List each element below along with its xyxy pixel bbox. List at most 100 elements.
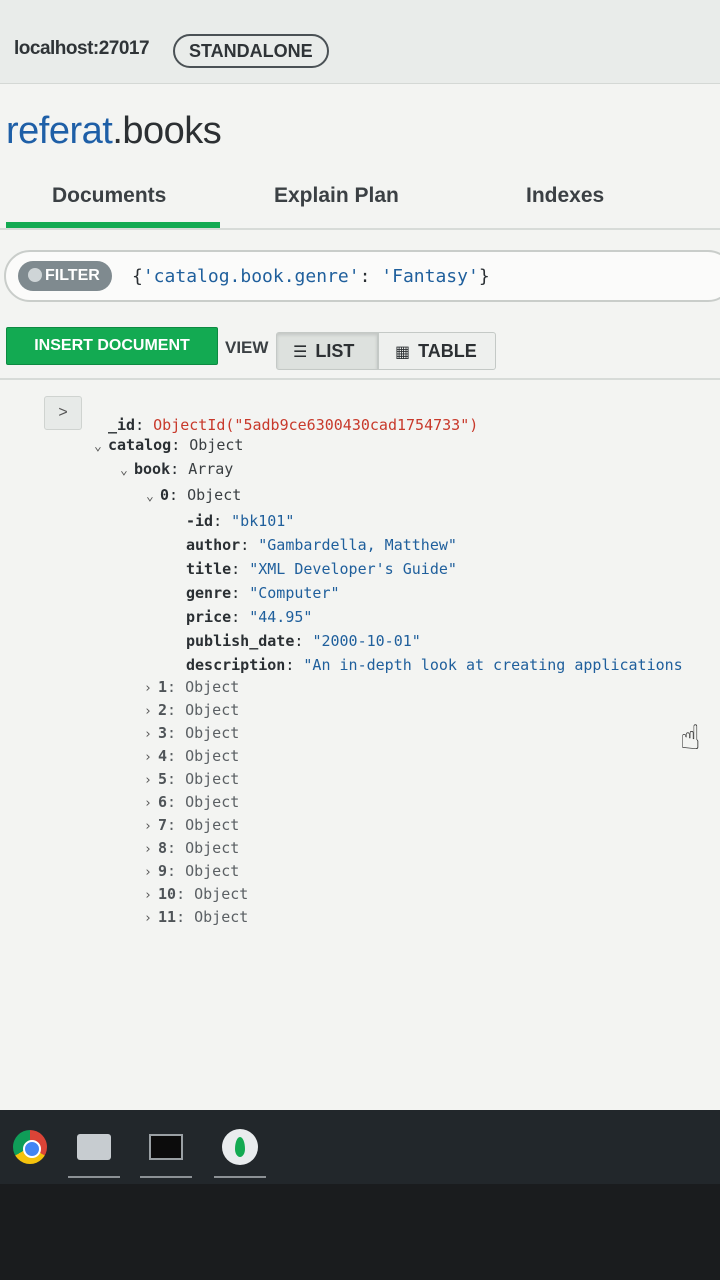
chevron-right-icon[interactable]: ›	[144, 842, 158, 857]
taskbar-terminal[interactable]	[136, 1122, 196, 1178]
chevron-right-icon[interactable]: ›	[144, 911, 158, 926]
hand-cursor-icon: ☝	[680, 719, 701, 757]
chevron-right-icon[interactable]: ›	[144, 796, 158, 811]
taskbar-files[interactable]	[64, 1122, 124, 1178]
field-key: price	[186, 608, 232, 626]
chevron-right-icon[interactable]: ›	[144, 704, 158, 719]
collapsed-item-row[interactable]: › 8: Object	[144, 839, 239, 857]
field-colon: :	[167, 862, 186, 880]
chevron-right-icon[interactable]: ›	[144, 750, 158, 765]
collapsed-item-row[interactable]: › 6: Object	[144, 793, 239, 811]
field-value: "Gambardella, Matthew"	[258, 536, 457, 554]
collapsed-item-row[interactable]: › 4: Object	[144, 747, 239, 765]
field-key: 9	[158, 862, 168, 880]
field-colon: :	[167, 747, 186, 765]
field-key: -id	[186, 512, 214, 530]
field-type: Object	[185, 862, 240, 880]
insert-document-button[interactable]: INSERT DOCUMENT	[6, 327, 218, 365]
field-row: description: "An in-depth look at creati…	[186, 656, 683, 674]
chevron-down-icon[interactable]: ⌄	[120, 463, 134, 478]
tab-indexes[interactable]: Indexes	[526, 184, 604, 208]
tab-explain-plan[interactable]: Explain Plan	[274, 184, 399, 208]
chevron-down-icon[interactable]: ⌄	[94, 439, 108, 454]
field-key: 8	[158, 839, 168, 857]
field-row: price: "44.95"	[186, 608, 312, 626]
filter-query-input[interactable]: {'catalog.book.genre': 'Fantasy'}	[132, 266, 490, 287]
chevron-down-icon[interactable]: ⌄	[146, 489, 160, 504]
chevron-right-icon[interactable]: ›	[144, 773, 158, 788]
field-type: Object	[187, 486, 242, 504]
collapsed-item-row[interactable]: › 3: Object	[144, 724, 239, 742]
filter-bar[interactable]: FILTER {'catalog.book.genre': 'Fantasy'}	[4, 250, 720, 302]
table-view-button[interactable]: ▦ TABLE	[378, 332, 496, 370]
files-icon	[77, 1133, 111, 1160]
list-icon: ☰	[293, 344, 308, 361]
mongodb-compass-icon	[222, 1128, 258, 1165]
collapsed-item-row[interactable]: › 9: Object	[144, 862, 239, 880]
collapsed-item-row[interactable]: › 2: Object	[144, 701, 239, 719]
taskbar-chrome[interactable]	[0, 1122, 60, 1172]
field-row-catalog[interactable]: ⌄ catalog: Object	[94, 436, 243, 454]
field-colon: :	[176, 908, 195, 926]
field-row-item-0[interactable]: ⌄ 0: Object	[146, 486, 241, 504]
chrome-icon	[13, 1129, 47, 1164]
connection-bar: localhost:27017 STANDALONE	[0, 0, 720, 84]
field-value: "bk101"	[231, 512, 295, 530]
field-key: book	[134, 460, 171, 478]
collection-name: books	[122, 110, 222, 152]
field-colon: :	[167, 793, 186, 811]
field-type: Object	[185, 839, 240, 857]
collapsed-item-row[interactable]: › 10: Object	[144, 885, 248, 903]
field-key: 6	[158, 793, 168, 811]
filter-button[interactable]: FILTER	[18, 261, 112, 291]
field-colon: :	[231, 608, 250, 626]
field-colon: :	[294, 632, 313, 650]
terminal-icon	[149, 1133, 183, 1160]
list-view-button[interactable]: ☰ LIST	[276, 332, 378, 370]
field-value: "2000-10-01"	[312, 632, 421, 650]
chevron-right-icon[interactable]: ›	[144, 681, 158, 696]
standalone-badge: STANDALONE	[173, 34, 329, 68]
collapsed-item-row[interactable]: › 11: Object	[144, 908, 248, 926]
host-label: localhost:27017	[14, 38, 150, 59]
tab-documents[interactable]: Documents	[52, 184, 166, 208]
field-key: 3	[158, 724, 168, 742]
field-row: publish_date: "2000-10-01"	[186, 632, 421, 650]
field-row-book[interactable]: ⌄ book: Array	[120, 460, 233, 478]
chevron-right-icon[interactable]: ›	[144, 819, 158, 834]
field-key: catalog	[108, 436, 172, 454]
field-row: -id: "bk101"	[186, 512, 294, 530]
list-view-label: LIST	[315, 341, 355, 361]
compass-window: localhost:27017 STANDALONE referat.books…	[0, 0, 720, 1110]
field-colon: :	[167, 839, 186, 857]
collapsed-item-row[interactable]: › 1: Object	[144, 678, 239, 696]
field-key: title	[186, 560, 232, 578]
taskbar-mongodb-compass[interactable]	[210, 1122, 270, 1178]
field-type: Array	[188, 460, 234, 478]
field-colon: :	[213, 512, 232, 530]
field-key: description	[186, 656, 286, 674]
field-value: "An in-depth look at creating applicatio…	[303, 656, 683, 674]
table-icon: ▦	[395, 344, 411, 361]
field-key: 2	[158, 701, 168, 719]
field-key: publish_date	[186, 632, 295, 650]
field-type: Object	[194, 908, 249, 926]
chevron-right-icon[interactable]: ›	[144, 865, 158, 880]
field-key: genre	[186, 584, 232, 602]
field-type: Object	[194, 885, 249, 903]
field-colon: :	[231, 560, 250, 578]
database-name[interactable]: referat	[6, 110, 113, 152]
chevron-right-icon[interactable]: ›	[144, 888, 158, 903]
collapsed-item-row[interactable]: › 5: Object	[144, 770, 239, 788]
field-row: title: "XML Developer's Guide"	[186, 560, 457, 578]
expand-document-button[interactable]: >	[44, 396, 82, 430]
field-key: _id	[108, 416, 136, 434]
taskbar	[0, 1110, 720, 1184]
running-indicator	[214, 1176, 266, 1178]
field-type: Object	[185, 816, 240, 834]
field-value: "44.95"	[249, 608, 313, 626]
chevron-right-icon[interactable]: ›	[144, 727, 158, 742]
collapsed-item-row[interactable]: › 7: Object	[144, 816, 239, 834]
field-key: 11	[158, 908, 177, 926]
field-key: 10	[158, 885, 177, 903]
